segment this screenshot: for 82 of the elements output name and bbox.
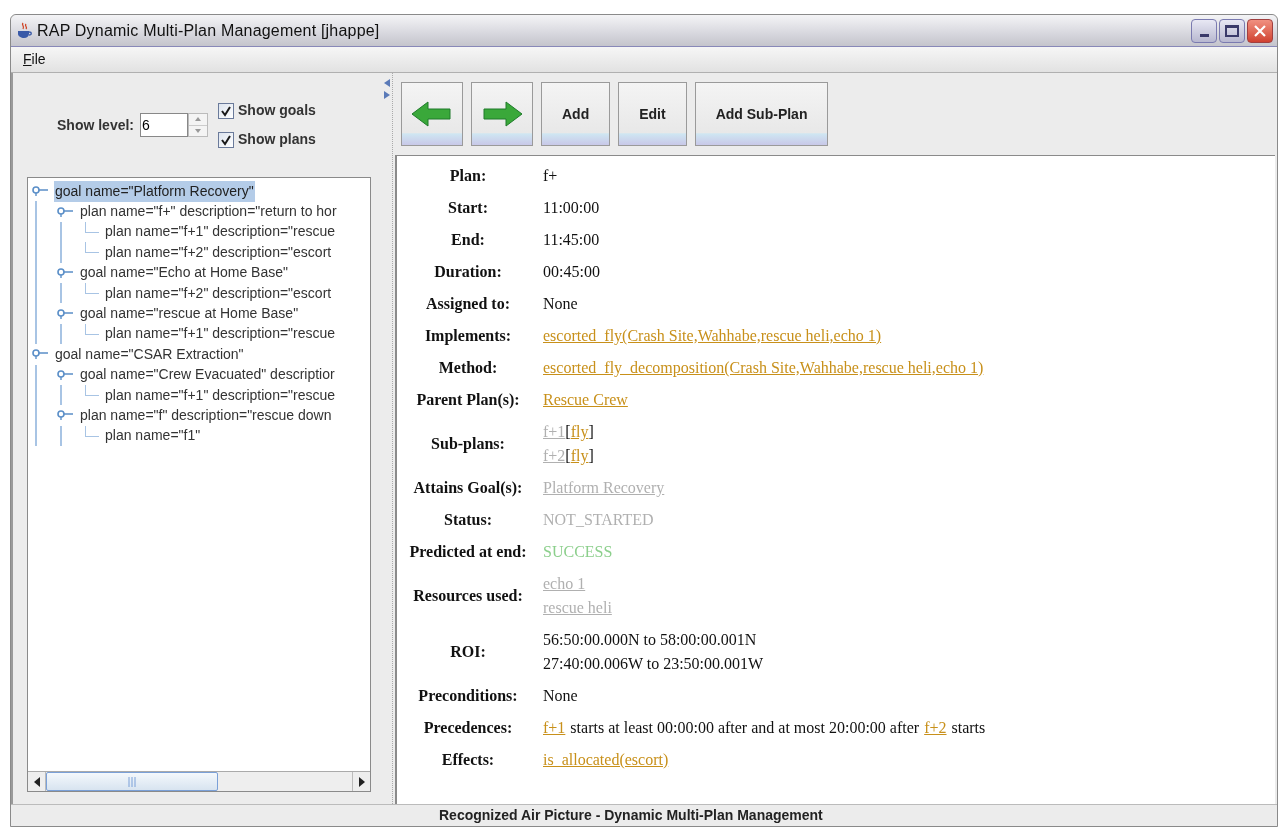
detail-text: 11:45:00 [543, 230, 600, 250]
tree-item[interactable]: goal name="Echo at Home Base" [79, 262, 289, 284]
spin-up-icon[interactable] [195, 117, 202, 122]
field-label: Attains Goal(s): [413, 479, 523, 496]
detail-text: 27:40:00.006W to 23:50:00.001W [543, 654, 764, 674]
detail-text: ] [588, 446, 594, 464]
status-text: Recognized Air Picture - Dynamic Multi-Plan Management [439, 806, 823, 825]
tree-item[interactable]: plan name="f+1" description="rescue [104, 323, 337, 345]
coffee-cup-icon [15, 21, 33, 40]
back-button[interactable] [401, 82, 463, 146]
level-label: Show level: [57, 115, 135, 135]
field-label: End: [451, 231, 485, 248]
tree-handle-icon[interactable] [32, 186, 48, 197]
tree-item[interactable]: goal name="CSAR Extraction" [54, 343, 245, 365]
field-label: Duration: [434, 263, 502, 280]
tree-handle-icon[interactable] [57, 369, 73, 380]
spin-down-icon[interactable] [195, 128, 202, 133]
close-icon [1253, 23, 1267, 38]
tree-handle-icon[interactable] [57, 267, 73, 278]
detail-text: 56:50:00.000N to 58:00:00.001N [543, 630, 757, 650]
detail-text: 11:00:00 [543, 198, 600, 218]
scroll-left-icon[interactable] [33, 776, 40, 787]
field-label: Sub-plans: [431, 435, 505, 452]
detail-value: NOT_STARTED [543, 510, 654, 530]
tree-item[interactable]: plan name="f+2" description="escort [104, 282, 333, 304]
forward-button[interactable] [471, 82, 533, 146]
horizontal-scrollbar[interactable] [28, 771, 370, 791]
tree-item[interactable]: plan name="f+" description="return to hor [79, 201, 338, 223]
tree-item[interactable]: plan name="f+2" description="escort [104, 241, 333, 263]
field-label: Preconditions: [418, 687, 518, 704]
detail-text: [ [565, 422, 571, 440]
field-label: Predicted at end: [409, 543, 527, 560]
tree-item[interactable]: goal name="Platform Recovery" [54, 180, 255, 202]
field-label: Status: [444, 511, 492, 528]
field-label: Parent Plan(s): [416, 391, 520, 408]
scrollbar-thumb[interactable] [46, 772, 218, 791]
field-label: Start: [448, 199, 488, 216]
toolbar-button[interactable]: Add Sub-Plan [694, 82, 829, 146]
tree-handle-icon[interactable] [57, 308, 73, 319]
menu-item[interactable]: File [21, 49, 48, 70]
toolbar-button[interactable]: Add [541, 82, 611, 146]
tree-item[interactable]: goal name="rescue at Home Base" [79, 303, 300, 325]
field-label: Precedences: [423, 719, 513, 736]
tree-item[interactable]: plan name="f" description="rescue down [79, 405, 333, 426]
detail-value: SUCCESS [543, 542, 613, 562]
level-spinner-field[interactable]: 6 [140, 113, 189, 137]
field-label: Method: [438, 359, 498, 376]
tree-item[interactable]: goal name="Crew Evacuated" descriptior [79, 364, 336, 386]
field-label: Assigned to: [426, 295, 510, 312]
toolbar-button[interactable]: Edit [618, 82, 687, 146]
checkbox[interactable] [218, 131, 235, 148]
detail-text: [ [565, 446, 571, 464]
field-label: Resources used: [413, 587, 523, 604]
detail-text: starts [951, 718, 986, 738]
tree-handle-icon[interactable] [32, 349, 48, 360]
detail-text: None [543, 686, 578, 706]
tree-item[interactable]: plan name="f+1" description="rescue [104, 384, 337, 406]
minimize-button[interactable] [1191, 18, 1217, 43]
tree-item[interactable]: plan name="f1" [104, 425, 202, 447]
maximize-button[interactable] [1219, 18, 1245, 43]
checkbox-label: Show plans [238, 130, 316, 149]
spinner-arrows[interactable] [188, 113, 209, 137]
scroll-right-icon[interactable] [358, 776, 365, 787]
detail-text: None [543, 294, 578, 314]
detail-text: f+ [543, 166, 558, 186]
checkbox-label: Show goals [238, 101, 316, 120]
expand-right-icon[interactable] [383, 91, 390, 99]
detail-text: starts at least 00:00:00 after and at most 20:00:00 after [570, 718, 920, 738]
field-label: Implements: [424, 327, 512, 344]
field-label: ROI: [450, 643, 486, 660]
detail-text: ] [588, 422, 594, 440]
tree-item[interactable]: plan name="f+1" description="rescue [104, 221, 337, 243]
window-title: RAP Dynamic Multi-Plan Management [jhappe] [37, 20, 380, 41]
splitter[interactable] [381, 73, 393, 804]
tree-handle-icon[interactable] [57, 410, 73, 421]
field-label: Effects: [441, 751, 495, 768]
checkbox[interactable] [218, 102, 235, 119]
field-label: Plan: [449, 167, 487, 184]
close-button[interactable] [1247, 18, 1273, 43]
detail-text: 00:45:00 [543, 262, 600, 282]
collapse-left-icon[interactable] [383, 79, 390, 87]
tree-handle-icon[interactable] [57, 206, 73, 217]
